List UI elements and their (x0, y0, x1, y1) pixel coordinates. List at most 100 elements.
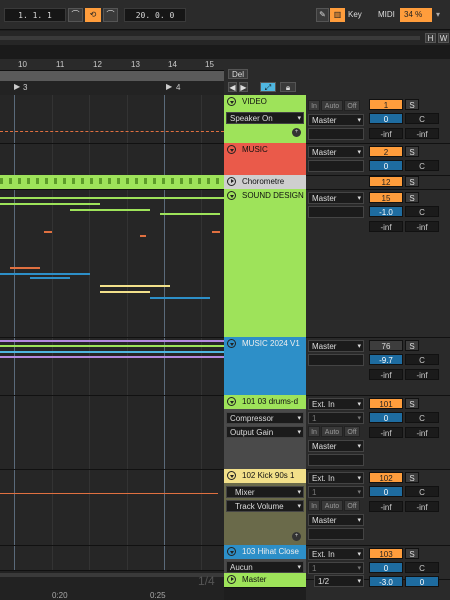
output-channel[interactable] (308, 160, 364, 172)
track-activator[interactable]: 12 (369, 176, 403, 187)
param-chooser[interactable]: Track Volume ▾ (226, 500, 304, 512)
solo-button[interactable]: S (405, 146, 419, 157)
pan-field[interactable]: C (405, 486, 439, 497)
monitor-in[interactable]: In (308, 500, 320, 511)
h-toggle[interactable]: H (425, 33, 436, 43)
monitor-in[interactable]: In (308, 426, 320, 437)
monitor-off[interactable]: Off (344, 100, 360, 111)
loop-switch-icon[interactable]: ⟲ (85, 8, 101, 22)
track-name[interactable]: MUSIC 2024 V1 (224, 337, 306, 351)
device-chooser[interactable]: Aucun ▾ (226, 561, 304, 573)
monitor-auto[interactable]: Auto (321, 500, 343, 511)
volume-field[interactable]: -9.7 (369, 354, 403, 365)
solo-button[interactable]: S (405, 99, 419, 110)
lane-hihat[interactable] (0, 545, 224, 570)
lane-chorometre[interactable] (0, 175, 224, 190)
volume-field[interactable]: 0 (369, 113, 403, 124)
arrangement-overview[interactable]: H W (0, 31, 450, 45)
pan-field[interactable]: C (405, 562, 439, 573)
solo-button[interactable]: S (405, 340, 419, 351)
track-name[interactable]: Chorometre (224, 175, 306, 189)
output-channel[interactable] (308, 354, 364, 366)
track-activator[interactable]: 2 (369, 146, 403, 157)
pan-field[interactable]: C (405, 113, 439, 124)
horizontal-scrollbar[interactable] (0, 573, 224, 577)
w-toggle[interactable]: W (438, 33, 449, 43)
input-chooser[interactable]: Ext. In ▾ (308, 398, 364, 410)
delete-locator-button[interactable]: Del (228, 69, 248, 79)
arrangement-view[interactable] (0, 95, 224, 570)
solo-button[interactable]: S (405, 176, 419, 187)
volume-field[interactable]: 0 (369, 486, 403, 497)
monitor-off[interactable]: Off (344, 500, 360, 511)
keyboard-icon[interactable]: ▥ (330, 8, 345, 22)
locator-4-icon[interactable]: ▶ (166, 82, 172, 91)
monitor-off[interactable]: Off (344, 426, 360, 437)
output-chooser[interactable]: Master ▾ (308, 340, 364, 352)
track-header-master[interactable]: Master (224, 573, 306, 588)
add-icon[interactable]: + (292, 532, 301, 541)
input-channel[interactable]: 1 ▾ (308, 486, 364, 498)
param-chooser[interactable]: Output Gain ▾ (226, 426, 304, 438)
track-name[interactable]: 102 Kick 90s 1 (224, 469, 306, 483)
output-chooser[interactable]: Master ▾ (308, 514, 364, 526)
output-chooser[interactable]: Master ▾ (308, 440, 364, 452)
output-chooser[interactable]: Master ▾ (308, 192, 364, 204)
pan-field[interactable]: C (405, 354, 439, 365)
track-activator[interactable]: 15 (369, 192, 403, 203)
track-activator[interactable]: 76 (369, 340, 403, 351)
add-icon[interactable]: + (292, 128, 301, 137)
track-header-drums[interactable]: 101 03 drums-d Compressor ▾ Output Gain ▾ (224, 395, 306, 470)
track-header-video[interactable]: VIDEO Speaker On ▾ + (224, 95, 306, 144)
monitor-auto[interactable]: Auto (321, 426, 343, 437)
master-pan-field[interactable]: 0 (405, 576, 439, 587)
track-activator[interactable]: 103 (369, 548, 403, 559)
volume-field[interactable]: 0 (369, 412, 403, 423)
arrangement-position[interactable]: 1. 1. 1 (4, 8, 66, 22)
pan-field[interactable]: C (405, 412, 439, 423)
master-volume-field[interactable]: -3.0 (369, 576, 403, 587)
device-chooser[interactable]: Compressor ▾ (226, 412, 304, 424)
loop-length[interactable]: 20. 0. 0 (124, 8, 186, 22)
track-header-music[interactable]: MUSIC (224, 143, 306, 176)
prev-locator-icon[interactable]: ◀ (228, 82, 237, 92)
pan-field[interactable]: C (405, 206, 439, 217)
output-chooser[interactable]: Master ▾ (308, 146, 364, 158)
lock-icon[interactable]: 🔒︎ (280, 82, 296, 92)
track-name[interactable]: MUSIC (224, 143, 306, 157)
track-name[interactable]: 103 Hihat Close (224, 545, 306, 559)
monitor-auto[interactable]: Auto (321, 100, 343, 111)
chevron-down-icon[interactable]: ▾ (436, 8, 446, 22)
locator-bar[interactable]: ▶ 3 ▶ 4 (0, 81, 224, 95)
track-header-kick[interactable]: 102 Kick 90s 1 Mixer ▾ Track Volume ▾ + (224, 469, 306, 546)
lane-kick[interactable] (0, 469, 224, 546)
track-name[interactable]: SOUND DESIGN (224, 189, 306, 203)
input-chooser[interactable]: Ext. In ▾ (308, 472, 364, 484)
input-chooser[interactable]: Ext. In ▾ (308, 548, 364, 560)
device-chooser[interactable]: Speaker On ▾ (226, 112, 304, 124)
next-locator-icon[interactable]: ▶ (239, 82, 248, 92)
lane-sound-design[interactable] (0, 189, 224, 338)
midi-map-button[interactable]: MIDI (378, 8, 400, 22)
lane-video[interactable] (0, 95, 224, 144)
track-header-sound-design[interactable]: SOUND DESIGN (224, 189, 306, 338)
lane-drums[interactable] (0, 395, 224, 470)
lane-music[interactable] (0, 143, 224, 176)
output-channel[interactable] (308, 128, 364, 140)
input-channel[interactable]: 1 ▾ (308, 412, 364, 424)
output-chooser[interactable]: Master ▾ (308, 114, 364, 126)
track-header-music-2024[interactable]: MUSIC 2024 V1 (224, 337, 306, 396)
lane-music-2024[interactable] (0, 337, 224, 396)
loop-brace[interactable] (0, 71, 224, 81)
punch-in-icon[interactable]: ⌒ (68, 8, 83, 22)
track-name[interactable]: 101 03 drums-d (224, 395, 306, 409)
output-channel[interactable] (308, 454, 364, 466)
solo-button[interactable]: S (405, 398, 419, 409)
solo-button[interactable]: S (405, 472, 419, 483)
track-name[interactable]: VIDEO (224, 95, 306, 109)
key-map-button[interactable]: Key (348, 8, 370, 22)
input-channel[interactable]: 1 ▾ (308, 562, 364, 574)
volume-field[interactable]: 0 (369, 160, 403, 171)
track-header-chorometre[interactable]: Chorometre (224, 175, 306, 190)
locator-3-icon[interactable]: ▶ (14, 82, 20, 91)
